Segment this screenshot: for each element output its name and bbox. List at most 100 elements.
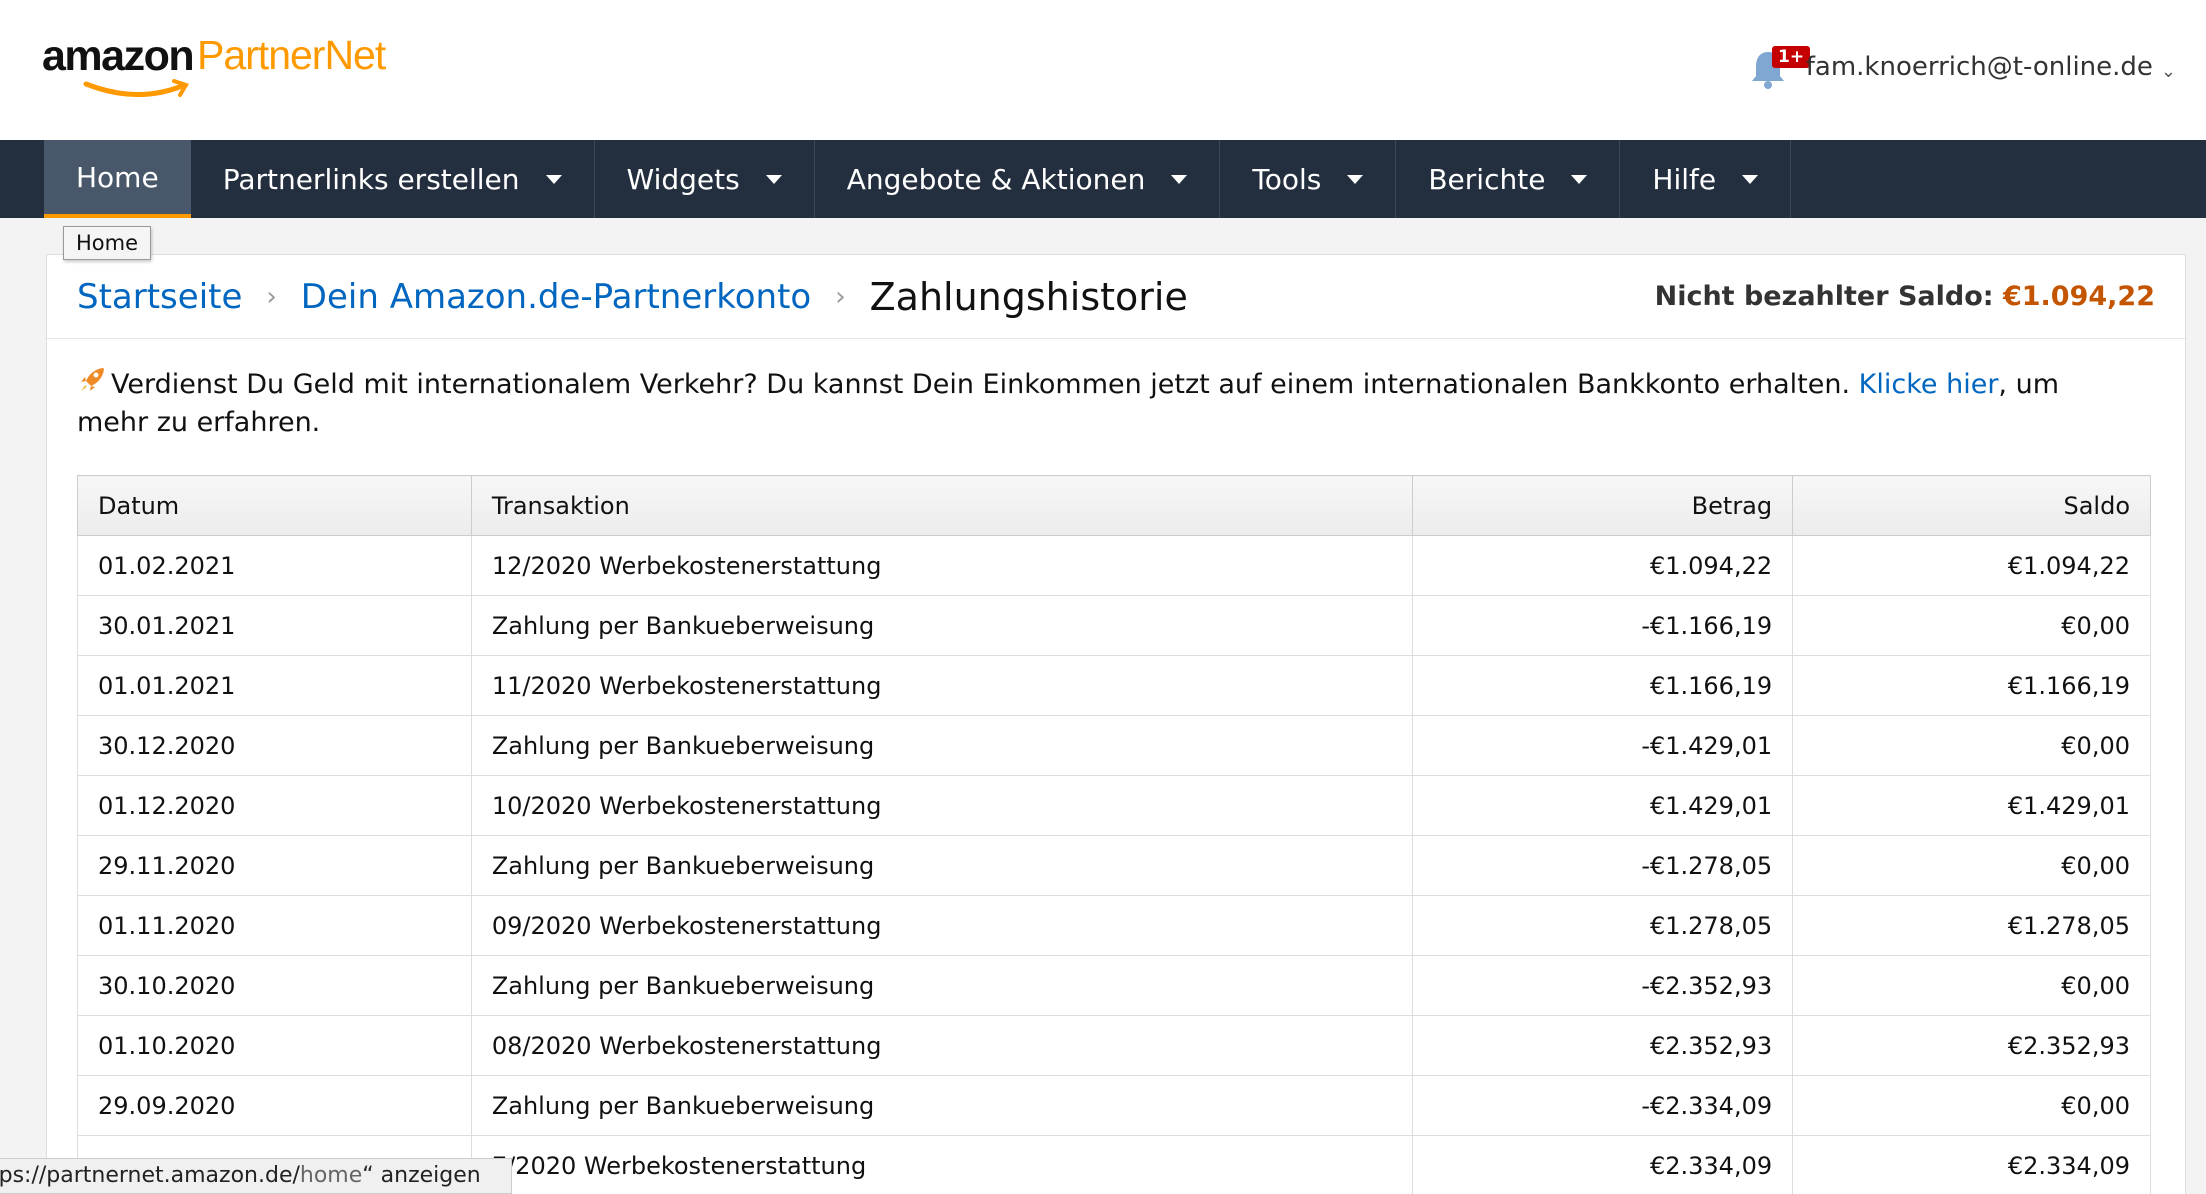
nav-tools[interactable]: Tools <box>1220 140 1397 218</box>
cell-balance: €2.352,93 <box>1792 1015 2151 1076</box>
cell-amount: €1.278,05 <box>1412 895 1794 956</box>
nav-berichte[interactable]: Berichte <box>1396 140 1621 218</box>
table-row: 01.11.2020 09/2020 Werbekostenerstattung… <box>77 895 2151 956</box>
nav-berichte-label: Berichte <box>1428 162 1546 196</box>
cell-balance: €0,00 <box>1792 715 2151 776</box>
nav-partnerlinks[interactable]: Partnerlinks erstellen <box>191 140 595 218</box>
cell-amount: -€1.429,01 <box>1412 715 1794 776</box>
logo-partnernet-text: PartnerNet <box>197 32 386 78</box>
cell-date: 01.11.2020 <box>77 895 472 956</box>
column-header-amount[interactable]: Betrag <box>1412 475 1794 536</box>
user-account-menu[interactable]: fam.knoerrich@t-online.de ⌄ <box>1806 52 2176 82</box>
cell-transaction: 10/2020 Werbekostenerstattung <box>470 775 1414 836</box>
nav-home[interactable]: Home <box>44 140 191 218</box>
cell-date: 29.09.2020 <box>77 1075 472 1136</box>
caret-down-icon <box>1742 174 1759 184</box>
user-email: fam.knoerrich@t-online.de <box>1805 52 2153 82</box>
main-navigation: Home Partnerlinks erstellen Widgets Ange… <box>0 140 2206 218</box>
payment-history-panel: Startseite › Dein Amazon.de-Partnerkonto… <box>46 254 2186 1194</box>
cell-balance: €1.166,19 <box>1792 655 2151 716</box>
cell-transaction: 7/2020 Werbekostenerstattung <box>470 1135 1414 1194</box>
cell-date: 01.12.2020 <box>77 775 472 836</box>
status-url-path: home <box>299 1163 363 1188</box>
cell-balance: €0,00 <box>1792 1075 2151 1136</box>
chevron-down-icon: ⌄ <box>2160 60 2176 82</box>
unpaid-balance-value: €1.094,22 <box>2002 281 2155 312</box>
browser-status-url: tps://partnernet.amazon.de/home“ anzeige… <box>0 1158 512 1194</box>
cell-amount: €1.429,01 <box>1412 775 1794 836</box>
cell-transaction: 11/2020 Werbekostenerstattung <box>470 655 1414 716</box>
cell-transaction: Zahlung per Bankueberweisung <box>470 835 1414 896</box>
notification-count-badge: 1+ <box>1772 46 1811 68</box>
caret-down-icon <box>765 174 782 184</box>
cell-date: 29.11.2020 <box>77 835 472 896</box>
caret-down-icon <box>1171 174 1188 184</box>
page-title: Zahlungshistorie <box>869 274 1188 319</box>
notice-click-here-link[interactable]: Klicke hier <box>1859 369 1999 400</box>
table-row: 01.02.2021 12/2020 Werbekostenerstattung… <box>77 535 2151 596</box>
cell-balance: €1.094,22 <box>1792 535 2151 596</box>
amazon-partnernet-logo[interactable]: amazon PartnerNet <box>42 28 422 98</box>
cell-transaction: 08/2020 Werbekostenerstattung <box>470 1015 1414 1076</box>
cell-transaction: Zahlung per Bankueberweisung <box>470 715 1414 776</box>
table-row: 29.09.2020 Zahlung per Bankueberweisung … <box>77 1075 2151 1136</box>
column-header-date[interactable]: Datum <box>77 475 472 536</box>
breadcrumb-home-link[interactable]: Startseite <box>77 277 242 317</box>
cell-balance: €1.429,01 <box>1792 775 2151 836</box>
cell-amount: -€2.352,93 <box>1412 955 1794 1016</box>
nav-angebote[interactable]: Angebote & Aktionen <box>815 140 1221 218</box>
cell-balance: €2.334,09 <box>1792 1135 2151 1194</box>
cell-transaction: Zahlung per Bankueberweisung <box>470 595 1414 656</box>
cell-amount: €1.166,19 <box>1412 655 1794 716</box>
cell-amount: -€1.278,05 <box>1412 835 1794 896</box>
home-tooltip: Home <box>63 226 152 260</box>
logo-amazon-text: amazon <box>42 32 195 80</box>
status-url-host: tps://partnernet.amazon.de/ <box>0 1163 300 1188</box>
table-row: 30.12.2020 Zahlung per Bankueberweisung … <box>77 715 2151 776</box>
cell-transaction: 12/2020 Werbekostenerstattung <box>470 535 1414 596</box>
cell-amount: -€1.166,19 <box>1412 595 1794 656</box>
cell-balance: €0,00 <box>1792 835 2151 896</box>
table-row: 30.10.2020 Zahlung per Bankueberweisung … <box>77 955 2151 1016</box>
column-header-balance[interactable]: Saldo <box>1792 475 2151 536</box>
table-header-row: Datum Transaktion Betrag Saldo <box>77 475 2151 536</box>
rocket-icon <box>81 368 104 391</box>
transactions-table: Datum Transaktion Betrag Saldo 01.02.202… <box>77 475 2151 1194</box>
cell-balance: €1.278,05 <box>1792 895 2151 956</box>
nav-widgets[interactable]: Widgets <box>595 140 815 218</box>
cell-transaction: Zahlung per Bankueberweisung <box>470 955 1414 1016</box>
table-row: 29.11.2020 Zahlung per Bankueberweisung … <box>77 835 2151 896</box>
cell-balance: €0,00 <box>1792 595 2151 656</box>
unpaid-balance-label: Nicht bezahlter Saldo: <box>1654 281 1994 312</box>
breadcrumb-chevron-icon: › <box>266 281 277 312</box>
cell-date: 01.01.2021 <box>77 655 472 716</box>
nav-hilfe-label: Hilfe <box>1652 162 1717 196</box>
nav-home-label: Home <box>76 160 159 194</box>
column-header-transaction[interactable]: Transaktion <box>470 475 1414 536</box>
cell-date: 01.10.2020 <box>77 1015 472 1076</box>
notice-text: Verdienst Du Geld mit internationalem Ve… <box>111 369 1851 400</box>
nav-hilfe[interactable]: Hilfe <box>1620 140 1792 218</box>
cell-transaction: Zahlung per Bankueberweisung <box>470 1075 1414 1136</box>
top-header: amazon PartnerNet 1+ fam.knoerrich@t-onl… <box>0 0 2206 140</box>
cell-transaction: 09/2020 Werbekostenerstattung <box>470 895 1414 956</box>
international-banking-notice: Verdienst Du Geld mit internationalem Ve… <box>47 339 2127 442</box>
cell-amount: €2.334,09 <box>1412 1135 1794 1194</box>
nav-partnerlinks-label: Partnerlinks erstellen <box>222 162 520 196</box>
table-row: 01.01.2021 11/2020 Werbekostenerstattung… <box>77 655 2151 716</box>
table-row: 01.10.2020 08/2020 Werbekostenerstattung… <box>77 1015 2151 1076</box>
caret-down-icon <box>1571 174 1588 184</box>
nav-angebote-label: Angebote & Aktionen <box>846 162 1146 196</box>
nav-widgets-label: Widgets <box>626 162 740 196</box>
cell-date: 30.12.2020 <box>77 715 472 776</box>
table-row: 30.01.2021 Zahlung per Bankueberweisung … <box>77 595 2151 656</box>
caret-down-icon <box>545 174 562 184</box>
unpaid-balance: Nicht bezahlter Saldo: €1.094,22 <box>1655 281 2155 312</box>
breadcrumb: Startseite › Dein Amazon.de-Partnerkonto… <box>47 255 2185 339</box>
caret-down-icon <box>1347 174 1364 184</box>
breadcrumb-account-link[interactable]: Dein Amazon.de-Partnerkonto <box>301 277 811 317</box>
nav-tools-label: Tools <box>1252 162 1322 196</box>
cell-date: 30.01.2021 <box>77 595 472 656</box>
cell-date: 30.10.2020 <box>77 955 472 1016</box>
cell-amount: €2.352,93 <box>1412 1015 1794 1076</box>
